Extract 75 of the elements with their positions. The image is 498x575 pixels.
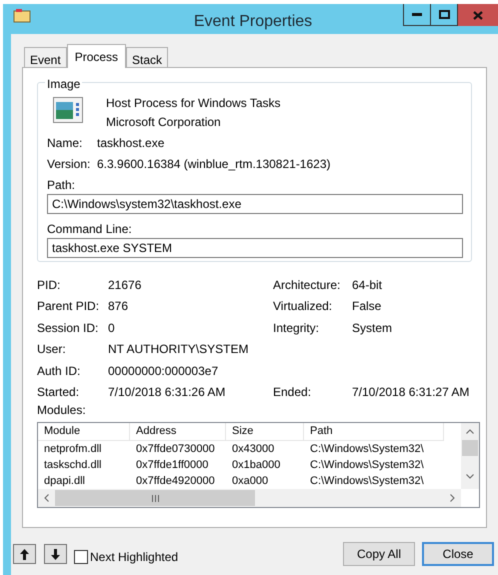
- field-label: Auth ID:: [37, 362, 82, 380]
- checkbox[interactable]: [74, 550, 88, 564]
- field-value: 00000000:000003e7: [108, 362, 220, 380]
- field-label: Path:: [47, 177, 76, 194]
- path-field[interactable]: C:\Windows\system32\taskhost.exe: [47, 194, 463, 214]
- grip-icon: [152, 494, 158, 502]
- scroll-thumb[interactable]: [462, 440, 478, 456]
- field-label: Integrity:: [273, 320, 320, 337]
- column-header[interactable]: Size: [226, 423, 304, 441]
- field-label: Ended:: [273, 384, 312, 402]
- scroll-thumb[interactable]: [55, 490, 255, 506]
- close-button[interactable]: [458, 4, 498, 26]
- table-cell-text: 0x7ffde1ff0000: [135, 458, 210, 473]
- window-title: Event Properties: [192, 12, 314, 32]
- field-value: 64-bit: [352, 276, 382, 294]
- dialog-button[interactable]: Close: [422, 542, 494, 566]
- field-value: taskhost.exe: [97, 134, 164, 152]
- minimize-button[interactable]: [403, 4, 431, 26]
- field-label: User:: [37, 341, 67, 358]
- table-cell-text: 0x7ffde4920000: [135, 474, 216, 489]
- scroll-down-icon: [466, 474, 474, 479]
- move-up-button[interactable]: [13, 544, 36, 564]
- horizontal-scrollbar[interactable]: [38, 489, 461, 507]
- arrow-up-icon: [20, 548, 29, 560]
- window-icon: [13, 9, 31, 23]
- scroll-up-icon: [466, 429, 474, 434]
- field-label: PID:: [37, 276, 62, 294]
- table-cell-text: dpapi.dll: [43, 474, 86, 489]
- application-icon: [53, 97, 83, 123]
- field-label: Command Line:: [47, 221, 133, 238]
- description-text: Host Process for Windows Tasks: [106, 95, 280, 109]
- tab[interactable]: Event: [24, 47, 67, 67]
- minimize-icon: [412, 13, 422, 16]
- field-label: Name:: [47, 134, 84, 152]
- dialog-button[interactable]: Copy All: [343, 542, 415, 566]
- company-text: Microsoft Corporation: [106, 114, 222, 128]
- field-value: NT AUTHORITY\SYSTEM: [108, 341, 250, 358]
- table-cell-text: C:\Windows\System32\: [309, 474, 425, 489]
- scroll-right-icon: [450, 494, 455, 502]
- field-value: 7/10/2018 6:31:26 AM: [108, 384, 226, 402]
- field-value: System: [352, 320, 392, 337]
- checkbox-label[interactable]: Next Highlighted: [90, 548, 178, 566]
- field-value: 21676: [108, 276, 142, 294]
- field-value: 7/10/2018 6:31:27 AM: [352, 384, 470, 402]
- arrow-down-icon: [51, 548, 60, 560]
- move-down-button[interactable]: [44, 544, 67, 564]
- field-label: Version:: [47, 156, 92, 172]
- table-cell-text: 0x7ffde0730000: [135, 442, 216, 457]
- field-label: Virtualized:: [273, 298, 334, 316]
- field-label: Session ID:: [37, 320, 100, 337]
- column-header[interactable]: Module: [38, 423, 130, 441]
- column-header[interactable]: Path: [304, 423, 444, 441]
- field-value: False: [352, 298, 382, 316]
- command-line-field[interactable]: taskhost.exe SYSTEM: [47, 238, 463, 258]
- table-cell-text: 0x43000: [231, 442, 276, 457]
- close-icon: [473, 10, 483, 20]
- table-cell-text: C:\Windows\System32\: [309, 442, 425, 457]
- field-label: Architecture:: [273, 276, 342, 294]
- column-header[interactable]: Address: [130, 423, 226, 441]
- field-value: 6.3.9600.16384 (winblue_rtm.130821-1623): [97, 156, 331, 172]
- field-label: Modules:: [37, 403, 87, 419]
- tab[interactable]: Process: [66, 44, 126, 68]
- field-label: Started:: [37, 384, 80, 402]
- table-cell-text: 0x1ba000: [231, 458, 282, 473]
- tab[interactable]: Stack: [126, 47, 168, 67]
- table-cell-text: C:\Windows\System32\: [309, 458, 425, 473]
- table-cell-text: taskschd.dll: [43, 458, 102, 473]
- field-value: 876: [108, 298, 130, 316]
- vertical-scrollbar[interactable]: [461, 423, 479, 489]
- table-cell-text: netprofm.dll: [43, 442, 102, 457]
- scroll-left-icon: [44, 494, 49, 502]
- maximize-icon: [438, 10, 450, 19]
- field-value: 0: [108, 320, 116, 337]
- table-cell-text: 0xa000: [231, 474, 270, 489]
- field-label: Parent PID:: [37, 298, 100, 316]
